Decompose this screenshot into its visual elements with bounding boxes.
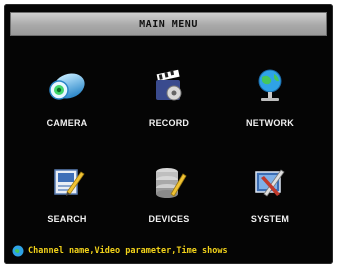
network-icon [258,69,282,101]
menu-item-camera[interactable]: CAMERA [17,66,117,156]
menu-item-label: SYSTEM [250,214,290,224]
menu-item-label: DEVICES [148,214,190,224]
menu-item-label: RECORD [148,118,190,128]
menu-item-search[interactable]: SEARCH [17,162,117,252]
menu-grid: CAMERA RECORD NETWORK SEARCH DEVICES SYS… [4,4,333,264]
camera-icon [49,73,85,100]
status-bar: Channel name,Video parameter,Time shows [12,244,330,258]
menu-item-system[interactable]: SYSTEM [220,162,320,252]
menu-item-label: NETWORK [246,118,294,128]
devices-icon [156,168,187,198]
menu-item-devices[interactable]: DEVICES [119,162,219,252]
menu-item-record[interactable]: RECORD [119,66,219,156]
record-icon [156,69,182,101]
menu-item-label: CAMERA [46,118,88,128]
system-icon [255,169,285,197]
search-icon [54,169,85,196]
info-icon [12,245,24,257]
menu-item-label: SEARCH [47,214,87,224]
menu-item-network[interactable]: NETWORK [220,66,320,156]
dvr-screen: MAIN MENU CAMERA RECORD NETWORK SEARCH D… [4,4,333,264]
status-text: Channel name,Video parameter,Time shows [28,246,228,256]
